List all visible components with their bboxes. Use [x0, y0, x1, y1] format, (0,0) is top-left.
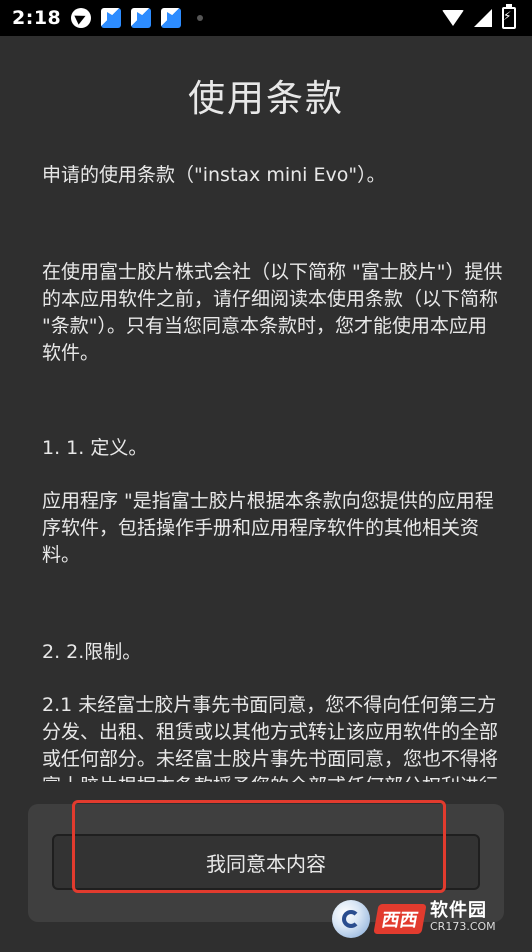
restrictions-paragraph: 2.1 未经富士胶片事先书面同意，您不得向任何第三方分发、出租、租赁或以其他方式… — [42, 694, 499, 782]
watermark-text: 软件园 CR173.COM — [430, 900, 496, 935]
status-time: 2:18 — [12, 7, 62, 29]
watermark-name: 软件园 — [430, 900, 487, 921]
section-heading-restrictions: 2. 2.限制。 — [42, 641, 142, 663]
section-heading-definitions: 1. 1. 定义。 — [42, 437, 148, 459]
telegram-icon — [71, 8, 92, 28]
watermark-mark: 西西 — [373, 904, 427, 934]
more-notifications-icon — [197, 15, 204, 21]
signal-icon — [474, 9, 492, 27]
battery-charging-icon — [502, 4, 516, 29]
highlight-annotation — [72, 800, 446, 893]
watermark-logo-icon — [332, 900, 370, 938]
app-notification-icon — [101, 8, 122, 28]
wifi-icon — [442, 10, 464, 26]
terms-using-paragraph: 在使用富士胶片株式会社（以下简称 "富士胶片"）提供的本应用软件之前，请仔细阅读… — [42, 261, 503, 364]
notification-icons — [71, 8, 204, 28]
app-notification-icon — [161, 8, 182, 28]
status-bar: 2:18 — [0, 0, 532, 36]
terms-intro: 申请的使用条款（"instax mini Evo"）。 — [42, 164, 386, 186]
app-notification-icon — [131, 8, 152, 28]
terms-scroll-area[interactable]: 申请的使用条款（"instax mini Evo"）。 在使用富士胶片株式会社（… — [42, 158, 504, 782]
system-icons — [442, 4, 516, 29]
page-title: 使用条款 — [188, 77, 344, 120]
definitions-paragraph: 应用程序 "是指富士胶片根据本条款向您提供的应用程序软件，包括操作手册和应用程序… — [42, 490, 494, 566]
watermark: 西西 软件园 CR173.COM — [332, 894, 522, 944]
watermark-url: CR173.COM — [430, 920, 496, 933]
